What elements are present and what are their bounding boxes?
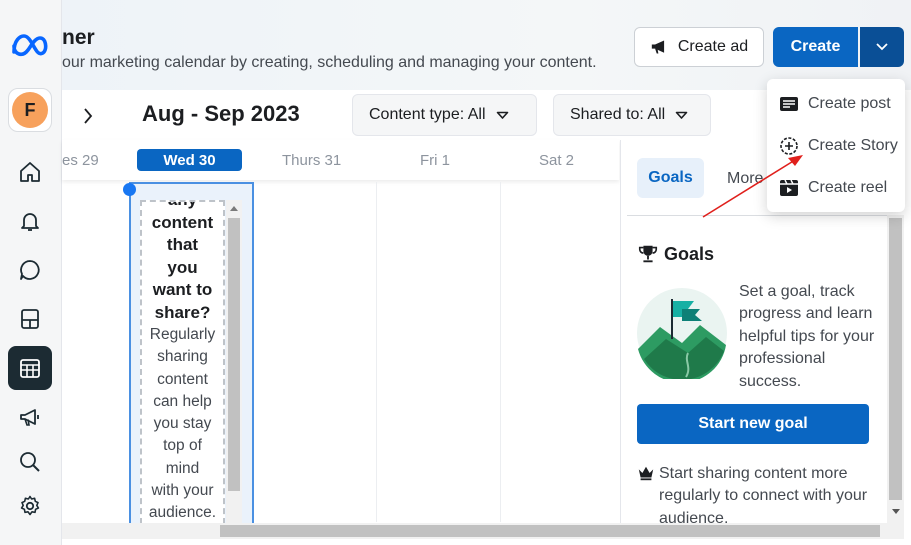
- menu-item-create-reel[interactable]: Create reel: [779, 175, 887, 201]
- megaphone-icon: [651, 40, 664, 54]
- left-nav-rail: F: [0, 0, 62, 545]
- start-new-goal-button[interactable]: Start new goal: [637, 404, 869, 444]
- day-label-fri[interactable]: Fri 1: [420, 152, 450, 169]
- tip-body-line: you stay: [153, 415, 212, 433]
- tip-body-line: Regularly: [149, 326, 216, 343]
- tip-body-line: can help: [153, 392, 212, 410]
- menu-item-label: Create Story: [808, 137, 898, 154]
- home-icon[interactable]: [8, 150, 52, 194]
- tip-heading-line: that: [166, 235, 199, 254]
- caret-down-icon: [675, 111, 688, 119]
- day-label-today[interactable]: Wed 30: [137, 149, 242, 171]
- horizontal-scrollbar-thumb[interactable]: [220, 525, 880, 537]
- menu-item-create-post[interactable]: Create post: [779, 91, 891, 117]
- menu-item-label: Create reel: [808, 179, 888, 196]
- page-title: ner: [62, 26, 95, 49]
- trophy-icon: [638, 245, 658, 263]
- tip-body-line: content: [157, 370, 208, 388]
- avatar-initial: F: [12, 92, 48, 128]
- tip-body-line: mind: [165, 459, 200, 477]
- tip-body-line: with your: [151, 482, 214, 500]
- tab-goals[interactable]: Goals: [637, 158, 704, 198]
- tab-more[interactable]: More: [727, 170, 763, 188]
- tip-heading: any content that you want to share?: [142, 202, 223, 324]
- posts-icon[interactable]: [8, 297, 52, 341]
- chevron-down-icon: [876, 43, 888, 51]
- day-label-thu[interactable]: Thurs 31: [282, 152, 341, 169]
- caret-down-icon: [496, 111, 508, 119]
- goals-description: Set a goal, track progress and learn hel…: [739, 283, 875, 390]
- goal-tip-text: Start sharing content more regularly to …: [659, 465, 868, 523]
- reel-icon: [780, 179, 798, 196]
- tip-heading-line: want to: [152, 280, 213, 299]
- tip-scrollbar-thumb[interactable]: [228, 218, 240, 491]
- scroll-down-icon[interactable]: [889, 506, 902, 518]
- gear-icon[interactable]: [8, 484, 52, 528]
- panel-scrollbar-thumb[interactable]: [889, 218, 902, 500]
- content-type-filter[interactable]: Content type: All: [352, 94, 537, 136]
- meta-logo-icon[interactable]: [10, 30, 50, 60]
- content-tip-card: any content that you want to share? Regu…: [140, 200, 225, 524]
- create-ad-label: Create ad: [677, 38, 749, 55]
- story-add-icon: [780, 137, 798, 155]
- tip-heading-line: share?: [154, 302, 211, 322]
- goals-illustration: [636, 287, 728, 383]
- tip-body-line: sharing: [157, 348, 208, 366]
- scroll-up-icon[interactable]: [228, 203, 240, 213]
- tip-heading-line: you: [167, 257, 198, 277]
- tip-heading-line: any: [142, 202, 223, 212]
- post-icon: [780, 97, 798, 111]
- selection-handle[interactable]: [123, 183, 136, 196]
- goals-heading-label: Goals: [664, 243, 715, 264]
- page-subtitle: our marketing calendar by creating, sche…: [62, 54, 597, 71]
- shared-to-filter[interactable]: Shared to: All: [553, 94, 711, 136]
- menu-item-create-story[interactable]: Create Story: [779, 133, 898, 159]
- create-button[interactable]: Create: [773, 27, 858, 67]
- goals-heading: Goals: [637, 243, 714, 265]
- calendar-icon[interactable]: [8, 346, 52, 390]
- create-dropdown-button[interactable]: [860, 27, 904, 67]
- chevron-right-icon: [84, 108, 93, 124]
- chat-icon[interactable]: [8, 248, 52, 292]
- date-range-title: Aug - Sep 2023: [142, 101, 300, 126]
- bell-icon[interactable]: [8, 199, 52, 243]
- tip-body-line: audience.: [148, 504, 217, 522]
- page-header: ner our marketing calendar by creating, …: [62, 0, 911, 90]
- column-divider: [500, 182, 501, 522]
- tip-body-line: top of: [163, 437, 202, 455]
- column-divider: [376, 182, 377, 522]
- next-period-button[interactable]: [78, 104, 98, 128]
- create-ad-button[interactable]: Create ad: [634, 27, 764, 67]
- megaphone-icon[interactable]: [8, 395, 52, 439]
- profile-avatar[interactable]: F: [8, 88, 52, 132]
- day-label-sat[interactable]: Sat 2: [539, 152, 574, 169]
- tip-heading-line: content: [151, 212, 214, 232]
- menu-item-label: Create post: [808, 95, 891, 112]
- content-type-filter-label: Content type: All: [369, 106, 486, 123]
- tab-divider: [627, 215, 887, 216]
- tip-body: Regularly sharing content can help you s…: [142, 324, 223, 524]
- shared-to-filter-label: Shared to: All: [570, 106, 666, 123]
- search-icon[interactable]: [8, 440, 52, 484]
- create-dropdown-menu: Create post Create Story Create reel: [767, 79, 905, 212]
- day-label-tue[interactable]: es 29: [62, 152, 99, 169]
